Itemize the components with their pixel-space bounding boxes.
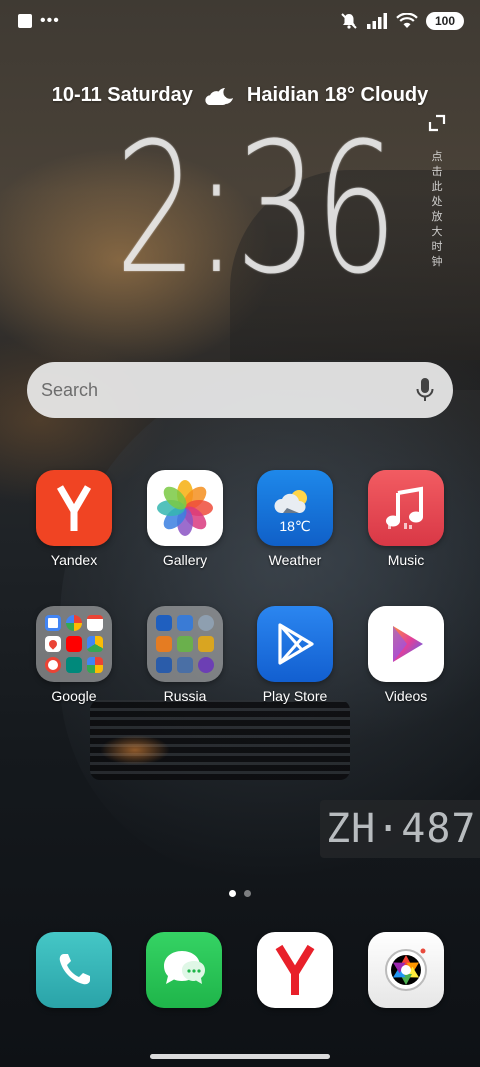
status-bar: ••• 100 bbox=[0, 0, 480, 42]
gallery-icon bbox=[147, 470, 223, 546]
microphone-icon[interactable] bbox=[415, 377, 435, 403]
home-screen: ZH·487 2 ••• 100 bbox=[0, 0, 480, 1067]
wallpaper-car-headlight bbox=[100, 735, 170, 765]
page-indicator bbox=[0, 890, 480, 897]
russia-folder-icon bbox=[147, 606, 223, 682]
page-dot-2[interactable] bbox=[244, 890, 251, 897]
wifi-icon bbox=[396, 13, 418, 28]
app-folder-russia[interactable]: Russia bbox=[130, 606, 240, 704]
app-label: Russia bbox=[163, 688, 207, 704]
more-notifications-icon: ••• bbox=[40, 12, 60, 29]
signal-icon bbox=[367, 13, 387, 29]
app-folder-google[interactable]: Google bbox=[19, 606, 129, 704]
app-videos[interactable]: Videos bbox=[351, 606, 461, 704]
phone-icon bbox=[59, 954, 90, 985]
weather-icon: 18℃ bbox=[257, 470, 333, 546]
music-icon bbox=[368, 470, 444, 546]
search-placeholder: Search bbox=[41, 379, 99, 400]
cloudy-night-icon bbox=[205, 87, 233, 105]
play-store-icon bbox=[257, 606, 333, 682]
messages-icon bbox=[164, 951, 205, 984]
search-bar[interactable]: Search bbox=[27, 362, 453, 418]
app-label: Yandex bbox=[50, 552, 98, 568]
app-yandex[interactable]: Yandex bbox=[19, 470, 129, 568]
date-weather-widget[interactable]: 10-11 Saturday Haidian 18° Cloudy bbox=[0, 84, 480, 107]
yandex-y-icon bbox=[275, 944, 315, 995]
app-label: Music bbox=[387, 552, 425, 568]
silent-bell-icon bbox=[341, 13, 357, 29]
weather-label: Haidian 18° Cloudy bbox=[246, 84, 429, 106]
home-gesture-bar[interactable] bbox=[150, 1054, 330, 1059]
clock-enlarge-hint[interactable]: 点击此处放大时钟 bbox=[429, 150, 445, 270]
app-music[interactable]: Music bbox=[351, 470, 461, 568]
dock-yandex-browser-app[interactable] bbox=[257, 932, 333, 1008]
weather-temp: 18℃ bbox=[279, 517, 311, 534]
clock-widget[interactable]: 2:36 bbox=[115, 110, 397, 310]
notification-square-icon bbox=[18, 14, 32, 28]
app-label: Gallery bbox=[162, 552, 208, 568]
camera-aperture-icon bbox=[385, 948, 427, 991]
videos-icon bbox=[368, 606, 444, 682]
dock-camera-app[interactable] bbox=[368, 932, 444, 1008]
app-label: Weather bbox=[268, 552, 322, 568]
expand-clock-icon[interactable] bbox=[426, 112, 448, 134]
wallpaper-car-grille bbox=[90, 700, 350, 780]
app-play-store[interactable]: Play Store bbox=[240, 606, 350, 704]
page-dot-1[interactable] bbox=[229, 890, 236, 897]
app-label: Videos bbox=[384, 688, 428, 704]
yandex-icon bbox=[36, 470, 112, 546]
dock-messages-app[interactable] bbox=[146, 932, 222, 1008]
app-label: Play Store bbox=[262, 688, 328, 704]
app-gallery[interactable]: Gallery bbox=[130, 470, 240, 568]
battery-indicator: 100 bbox=[426, 12, 464, 30]
dock-phone-app[interactable] bbox=[36, 932, 112, 1008]
app-weather[interactable]: 18℃ Weather bbox=[240, 470, 350, 568]
date-label: 10-11 Saturday bbox=[51, 84, 193, 106]
app-label: Google bbox=[51, 688, 97, 704]
google-folder-icon bbox=[36, 606, 112, 682]
wallpaper-license-plate: ZH·487 2 bbox=[320, 800, 480, 858]
